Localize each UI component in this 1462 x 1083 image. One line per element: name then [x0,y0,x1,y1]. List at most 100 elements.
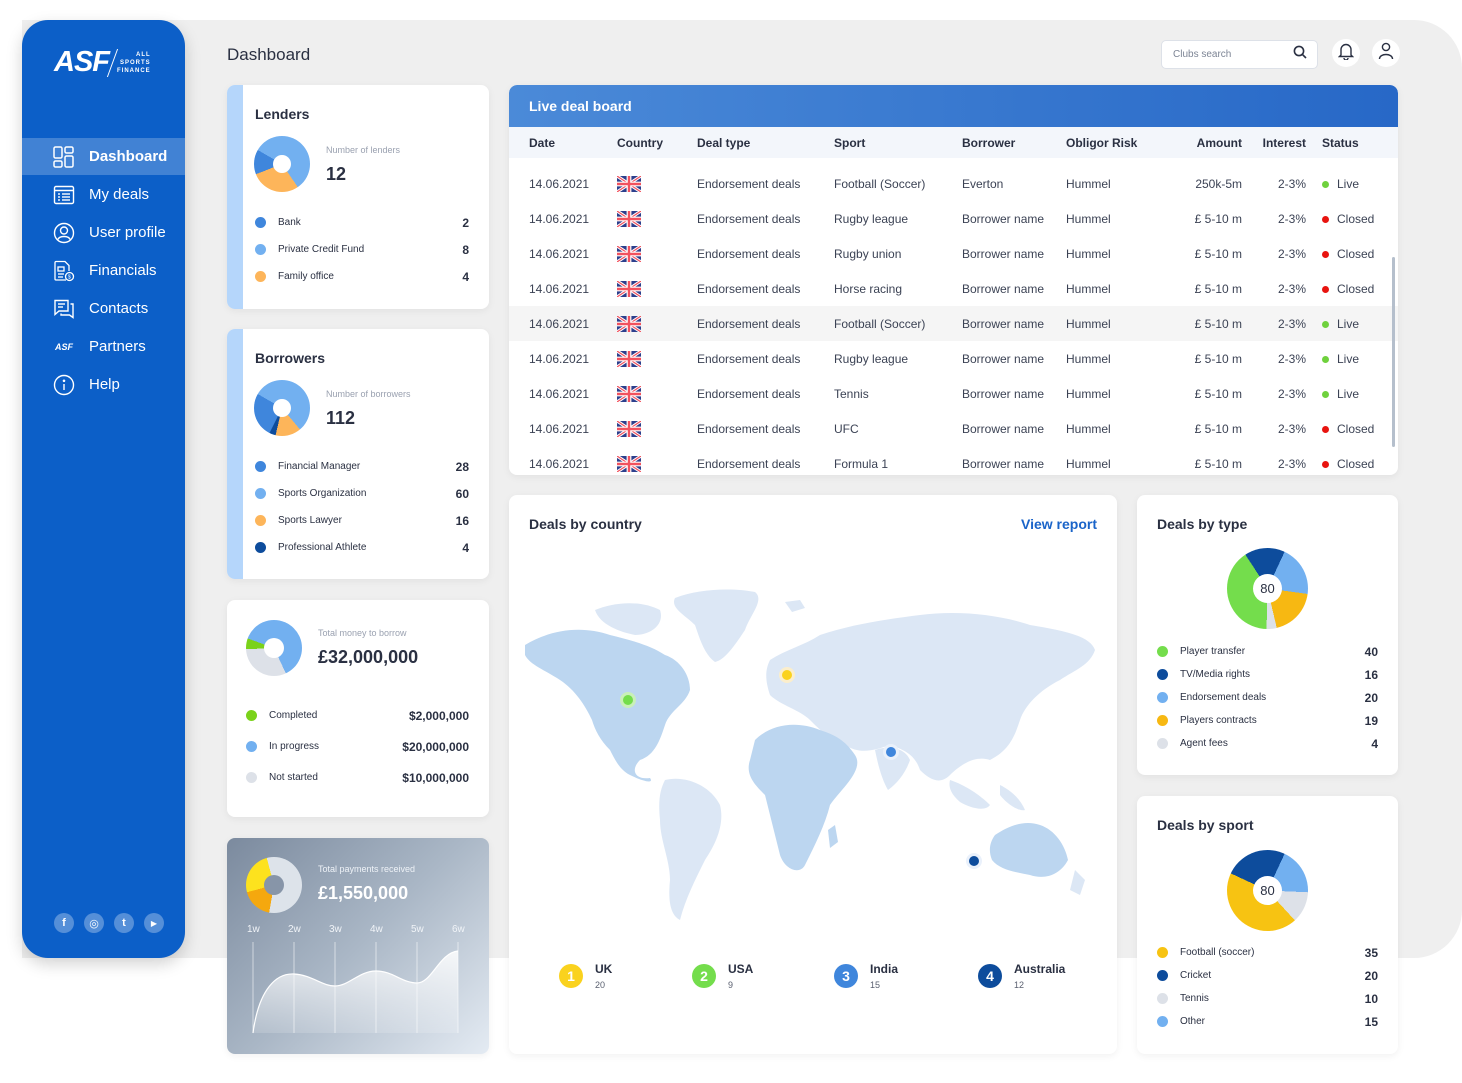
money-to-borrow-card: Total money to borrow £32,000,000 Comple… [227,600,489,817]
notifications-button[interactable] [1332,39,1360,67]
youtube-icon[interactable]: ▶ [144,913,164,933]
map-region-iceland [785,600,805,612]
rank-badge: 4 [978,964,1002,988]
user-account-button[interactable] [1372,39,1400,67]
instagram-icon[interactable]: ◎ [84,913,104,933]
table-row[interactable]: 14.06.2021 Endorsement deals Football (Soc… [509,158,1398,201]
sidebar-item-contacts[interactable]: Contacts [22,290,185,327]
search-icon[interactable] [1293,45,1307,64]
payments-received-card: Total payments received £1,550,000 [227,838,489,1054]
legend-label: Endorsement deals [1180,692,1267,703]
column-header[interactable]: Interest [1242,127,1306,158]
cell-deal-type: Endorsement deals [697,351,801,366]
deals-table: Date Country Deal type Sport Borrower Obligor… [509,127,1398,475]
country-rank-item[interactable]: 3 India 15 [834,962,898,990]
clubs-search[interactable] [1161,40,1318,69]
country-rank-item[interactable]: 4 Australia 12 [978,962,1065,990]
legend-color-dot [1157,993,1168,1004]
lenders-count: 12 [326,164,347,184]
cell-amount: £ 5-10 m [1194,246,1242,261]
legend-color-dot [246,741,257,752]
week-label: 6w [452,924,465,935]
table-row[interactable]: 14.06.2021 Endorsement deals UFC Borrower n… [509,411,1398,446]
kpi-label: Number of borrowers [326,389,411,399]
cell-sport: Football (Soccer) [834,176,926,191]
legend-item: Financial Manager [255,461,360,472]
table-row[interactable]: 14.06.2021 Endorsement deals Rugby union Bo… [509,236,1398,271]
column-header[interactable]: Amount [1166,127,1242,158]
column-header[interactable]: Sport [834,127,962,158]
table-header-row: Date Country Deal type Sport Borrower Obligor… [509,127,1398,158]
cell-amount: £ 5-10 m [1194,456,1242,471]
sidebar-item-financials[interactable]: $ Financials [22,252,185,289]
uk-flag-icon [616,244,642,263]
rank-badge: 1 [559,964,583,988]
uk-flag-icon [616,209,642,228]
cell-risk: Hummel [1066,246,1111,261]
table-row[interactable]: 14.06.2021 Endorsement deals Formula 1 Borr… [509,446,1398,475]
sidebar-item-partners[interactable]: ASF Partners [22,328,185,365]
legend-value: 60 [455,487,469,501]
column-header[interactable]: Borrower [962,127,1066,158]
cell-country [616,236,697,271]
sidebar-item-help[interactable]: Help [22,366,185,403]
uk-flag-icon [616,279,642,298]
country-text: Australia 12 [1014,962,1065,990]
table-row[interactable]: 14.06.2021 Endorsement deals Horse racing B… [509,271,1398,306]
search-input[interactable] [1173,49,1293,60]
sidebar-item-my-deals[interactable]: My deals [22,176,185,213]
view-report-link[interactable]: View report [1021,516,1097,532]
svg-text:$: $ [68,274,71,280]
table-row[interactable]: 14.06.2021 Endorsement deals Football (Soc… [509,306,1398,341]
status-dot-icon [1322,355,1329,363]
legend-value: 4 [462,541,469,555]
legend-label: Private Credit Fund [278,244,365,255]
table-row[interactable]: 14.06.2021 Endorsement deals Rugby league B… [509,341,1398,376]
week-label: 3w [329,924,342,935]
table-row[interactable]: 14.06.2021 Endorsement deals Tennis Borrowe… [509,376,1398,411]
map-region-australia [989,823,1068,877]
column-header[interactable]: Country [617,127,697,158]
table-row[interactable]: 14.06.2021 Endorsement deals Rugby league B… [509,201,1398,236]
status-dot-icon [1322,320,1329,328]
legend-item: Other [1157,1016,1205,1027]
status-dot-icon [1322,460,1329,468]
cell-country [616,446,697,475]
sidebar-item-user-profile[interactable]: User profile [22,214,185,251]
legend-label: Sports Lawyer [278,515,342,526]
country-deal-count: 12 [1014,980,1025,990]
column-header[interactable]: Status [1306,127,1398,158]
column-header[interactable]: Deal type [697,127,834,158]
legend-color-dot [246,772,257,783]
twitter-icon[interactable]: t [114,913,134,933]
map-region-new-zealand [1070,870,1085,895]
column-header[interactable]: Date [509,127,617,158]
asf-logo[interactable]: ASF ALL SPORTS FINANCE [54,46,151,79]
cell-date: 14.06.2021 [529,421,590,436]
cell-status: Live [1306,376,1398,411]
sidebar-item-dashboard[interactable]: Dashboard [22,138,185,175]
bell-icon [1337,42,1355,65]
status-label: Live [1337,351,1360,366]
country-rank-item[interactable]: 2 USA 9 [692,962,753,990]
map-region-madagascar [828,825,838,848]
cell-status: Closed [1306,271,1398,306]
cell-borrower: Borrower name [962,386,1045,401]
cell-deal-type: Endorsement deals [697,421,801,436]
cell-borrower: Everton [962,176,1004,191]
facebook-icon[interactable]: f [54,913,74,933]
column-header[interactable]: Obligor Risk [1066,127,1166,158]
kpi-label: Total money to borrow [318,628,407,638]
cell-interest: 2-3% [1277,316,1306,331]
table-scrollbar[interactable] [1392,257,1395,447]
card-title: Borrowers [255,350,326,366]
legend-value: 15 [1364,1015,1378,1029]
cell-amount: £ 5-10 m [1194,386,1242,401]
legend-label: Sports Organization [278,488,367,499]
uk-flag-icon [616,349,642,368]
country-rank-item[interactable]: 1 UK 20 [559,962,612,990]
logo-text: ASF [54,46,110,78]
cell-date: 14.06.2021 [529,386,590,401]
card-title: Deals by type [1157,516,1248,532]
cell-deal-type: Endorsement deals [697,316,801,331]
